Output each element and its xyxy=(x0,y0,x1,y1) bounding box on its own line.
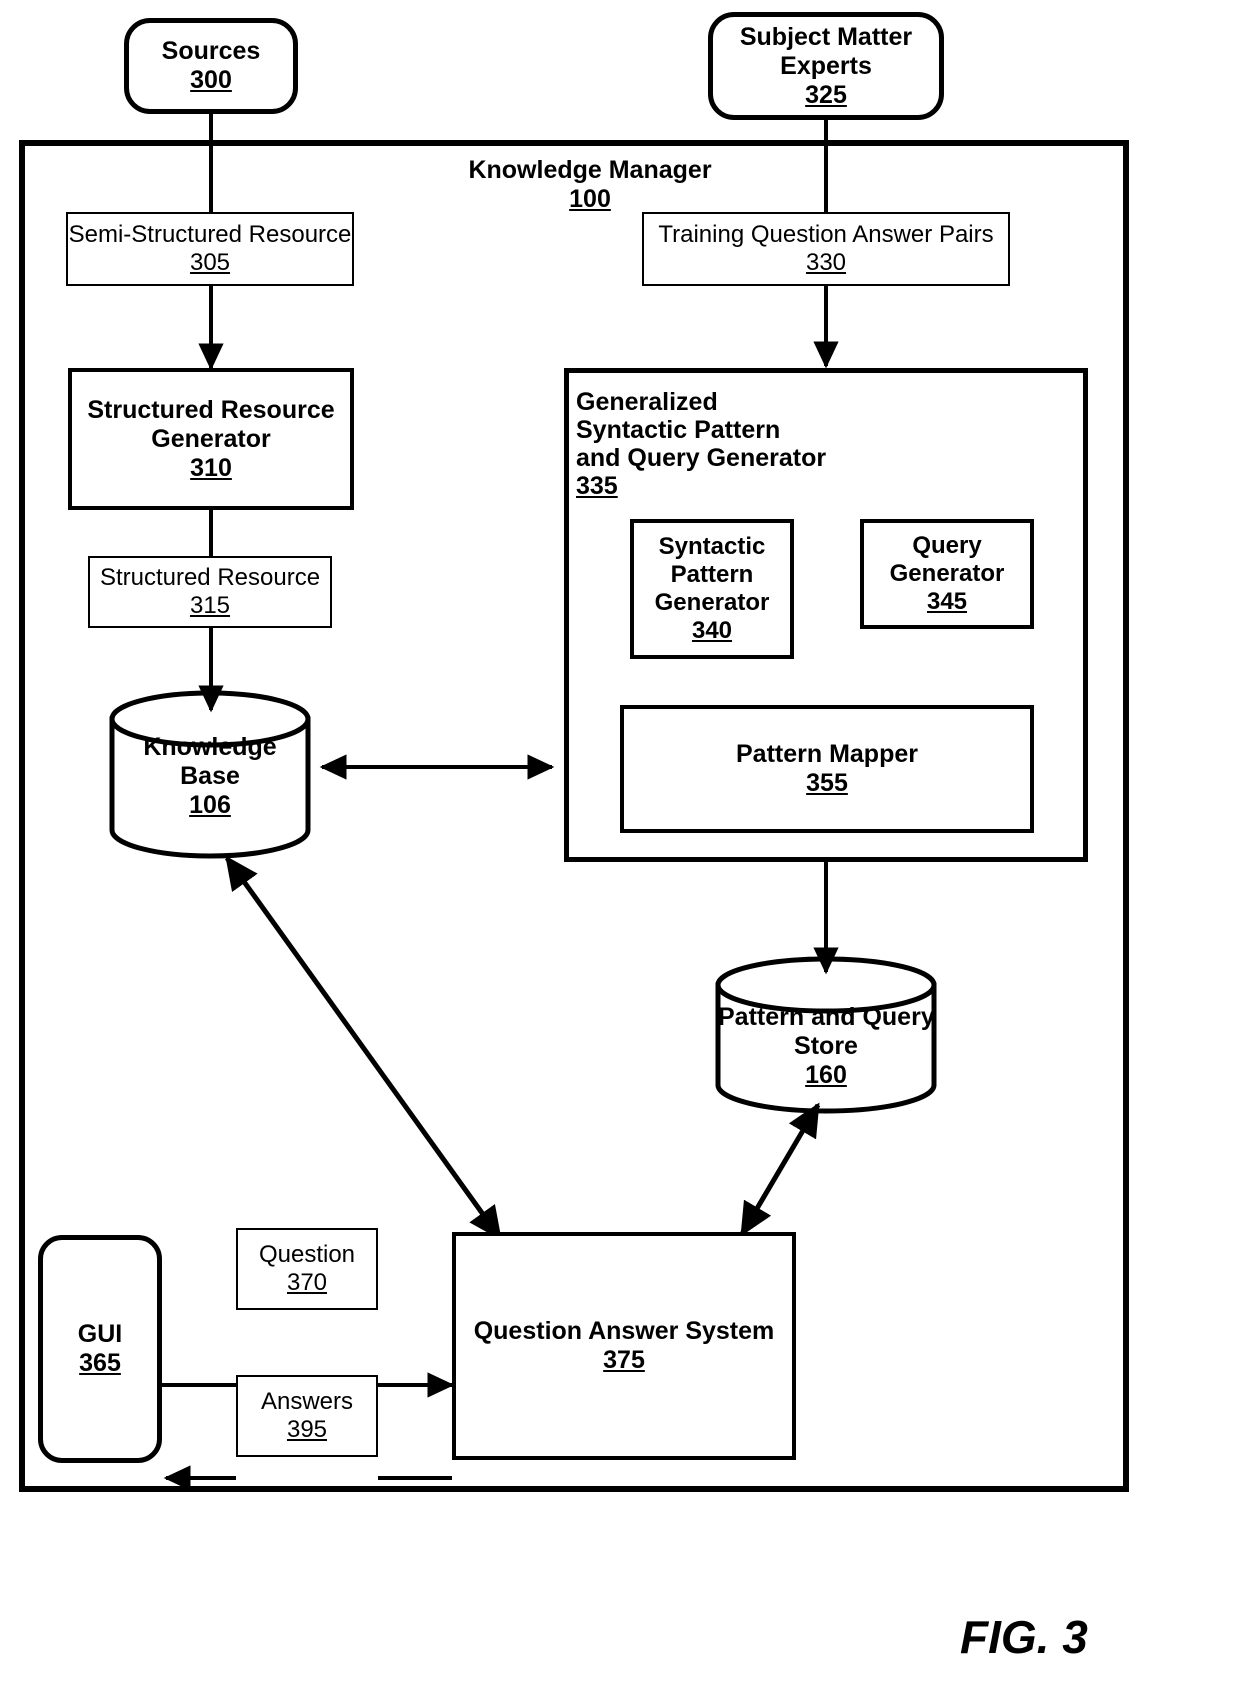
node-structured-resource-generator[interactable]: Structured Resource Generator 310 xyxy=(68,368,354,510)
semi-structured-resource-number: 305 xyxy=(189,249,231,276)
gg-label-line3: and Query Generator xyxy=(576,444,827,472)
srg-label-line2: Generator xyxy=(151,424,271,453)
figure-canvas: Knowledge Manager 100 Sources 300 Subjec… xyxy=(0,0,1240,1700)
pqs-label-line1: Pattern and Query xyxy=(718,1003,935,1031)
node-pattern-mapper[interactable]: Pattern Mapper 355 xyxy=(620,705,1034,833)
training-pairs-label: Training Question Answer Pairs xyxy=(658,221,994,249)
gg-label-line1: Generalized xyxy=(576,388,718,416)
sources-number: 300 xyxy=(190,66,232,94)
qg-label-line2: Generator xyxy=(889,560,1005,588)
pattern-mapper-label: Pattern Mapper xyxy=(736,740,918,768)
pqs-number: 160 xyxy=(805,1061,847,1089)
structured-resource-label: Structured Resource xyxy=(99,564,321,592)
gg-number: 335 xyxy=(576,472,618,500)
pattern-mapper-number: 355 xyxy=(806,769,848,797)
node-training-question-answer-pairs[interactable]: Training Question Answer Pairs 330 xyxy=(642,212,1010,286)
gui-number: 365 xyxy=(79,1349,121,1377)
node-sources[interactable]: Sources 300 xyxy=(124,18,298,114)
edge-kb-to-qa-system xyxy=(224,855,503,1241)
sources-label: Sources xyxy=(161,37,261,65)
answers-number: 395 xyxy=(286,1416,328,1443)
spg-label-line1: Syntactic xyxy=(658,533,766,561)
node-syntactic-pattern-generator[interactable]: Syntactic Pattern Generator 340 xyxy=(630,519,794,659)
qg-number: 345 xyxy=(926,587,968,615)
knowledge-manager-number: 100 xyxy=(569,185,611,213)
answers-label: Answers xyxy=(260,1388,354,1416)
knowledge-manager-title: Knowledge Manager 100 xyxy=(380,156,800,214)
generalized-generator-title: Generalized Syntactic Pattern and Query … xyxy=(576,388,906,500)
qg-label-line1: Query xyxy=(912,532,982,560)
figure-label: FIG. 3 xyxy=(960,1611,1088,1663)
node-semi-structured-resource[interactable]: Semi-Structured Resource 305 xyxy=(66,212,354,286)
semi-structured-resource-label: Semi-Structured Resource xyxy=(68,221,352,249)
qas-number: 375 xyxy=(603,1346,645,1374)
question-label: Question xyxy=(258,1241,356,1269)
node-question-answer-system[interactable]: Question Answer System 375 xyxy=(452,1232,796,1460)
node-query-generator[interactable]: Query Generator 345 xyxy=(860,519,1034,629)
question-number: 370 xyxy=(286,1269,328,1296)
srg-number: 310 xyxy=(190,453,232,482)
gg-label-line2: Syntactic Pattern xyxy=(576,416,781,444)
spg-number: 340 xyxy=(691,616,733,644)
node-answers[interactable]: Answers 395 xyxy=(236,1375,378,1457)
training-pairs-number: 330 xyxy=(805,249,847,276)
sme-label-line2: Experts xyxy=(780,51,872,80)
kb-label-line2: Base xyxy=(180,762,240,790)
pqs-label-line2: Store xyxy=(794,1032,858,1060)
gui-label: GUI xyxy=(77,1320,123,1348)
node-structured-resource[interactable]: Structured Resource 315 xyxy=(88,556,332,628)
edge-store-to-qa-system xyxy=(739,1102,821,1237)
pattern-query-store-text-block: Pattern and Query Store 160 xyxy=(718,1003,935,1090)
node-pattern-query-store[interactable]: Pattern and Query Store 160 xyxy=(718,959,935,1111)
spg-label-line2: Pattern xyxy=(670,561,754,589)
node-knowledge-base[interactable]: Knowledge Base 106 xyxy=(112,693,308,858)
node-subject-matter-experts[interactable]: Subject Matter Experts 325 xyxy=(708,12,944,120)
srg-label-line1: Structured Resource xyxy=(87,395,335,424)
spg-label-line3: Generator xyxy=(654,589,770,616)
sme-label-line1: Subject Matter xyxy=(739,22,913,51)
node-question[interactable]: Question 370 xyxy=(236,1228,378,1310)
sme-number: 325 xyxy=(805,80,847,109)
structured-resource-number: 315 xyxy=(189,592,231,619)
qas-label: Question Answer System xyxy=(473,1317,775,1345)
node-gui[interactable]: GUI 365 xyxy=(38,1235,162,1463)
kb-label-line1: Knowledge xyxy=(143,733,277,761)
knowledge-base-text-block: Knowledge Base 106 xyxy=(112,733,308,820)
knowledge-manager-title-text: Knowledge Manager xyxy=(468,156,712,184)
kb-number: 106 xyxy=(189,791,231,819)
